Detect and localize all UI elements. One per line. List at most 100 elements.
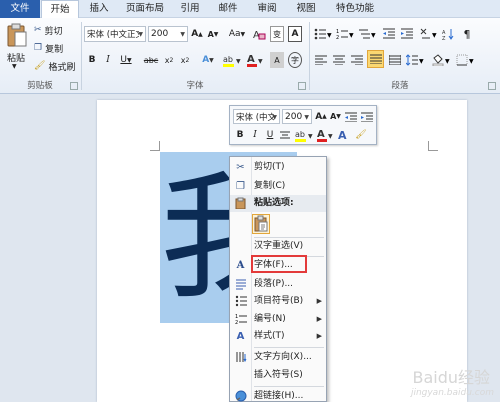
paragraph-launcher-icon[interactable] (488, 82, 496, 90)
enclose-circle-icon[interactable]: 字 (288, 52, 302, 68)
mini-underline-button[interactable]: U (264, 127, 276, 143)
keep-text-only-paste-button[interactable] (252, 214, 270, 234)
mini-font-size-select[interactable]: 200 ▼ (282, 109, 312, 124)
mini-grow-font-button[interactable]: A ▲ (314, 109, 328, 124)
menu-item-hyperlink[interactable]: 超链接(H)... (230, 388, 326, 402)
text-effects-icon[interactable]: A ▼ (200, 52, 216, 68)
menu-item-numbering[interactable]: 12 编号(N) ▶ (230, 311, 326, 328)
mini-center-button[interactable] (279, 127, 291, 143)
highlight-color-icon[interactable]: ab ▼ (222, 52, 242, 68)
menu-separator (254, 347, 324, 348)
distributed-icon (389, 55, 401, 65)
mini-increase-indent-button[interactable] (360, 109, 374, 124)
format-painter-button[interactable]: 🖌 格式刷 (34, 58, 80, 74)
tab-view[interactable]: 视图 (291, 0, 321, 18)
tab-home[interactable]: 开始 (41, 0, 79, 19)
subscript-button[interactable]: x2 (162, 52, 176, 68)
menu-item-cut[interactable]: ✂ 剪切(T) (230, 159, 326, 176)
multilevel-list-button[interactable]: ▼ (358, 26, 376, 42)
clipboard-launcher-icon[interactable] (70, 82, 78, 90)
mini-shrink-font-button[interactable]: A ▼ (329, 109, 342, 124)
chevron-down-icon: ▼ (304, 114, 309, 121)
annotation-highlight-box (251, 255, 307, 273)
font-family-value: 宋体 (中文正文 (87, 30, 139, 40)
menu-item-label: 剪切(T) (254, 162, 285, 172)
borders-button[interactable]: ▼ (456, 52, 474, 68)
char-shading-icon[interactable]: A (270, 52, 284, 68)
paste-dropdown-arrow[interactable]: ▼ (12, 63, 17, 70)
font-launcher-icon[interactable] (298, 82, 306, 90)
crop-mark (428, 141, 438, 151)
copy-icon: ❐ (34, 43, 43, 53)
numbering-icon: 12 (234, 313, 247, 326)
decrease-indent-icon (383, 28, 395, 39)
change-case-button[interactable]: Aa ▼ (228, 26, 246, 42)
shrink-font-button[interactable]: A ▼ (206, 26, 220, 42)
tab-page-layout[interactable]: 页面布局 (118, 0, 172, 18)
font-size-select[interactable]: 200 ▼ (148, 26, 188, 42)
sort-button[interactable]: AZ (442, 26, 456, 42)
font-family-select[interactable]: 宋体 (中文正文 ▼ (84, 26, 146, 42)
phonetic-guide-icon[interactable]: 变 (270, 26, 284, 42)
svg-text:2: 2 (336, 35, 339, 40)
distributed-button[interactable] (388, 52, 402, 68)
line-spacing-button[interactable]: ▼ (406, 52, 424, 68)
menu-item-reconvert[interactable]: 汉字重选(V) (230, 238, 326, 255)
italic-button[interactable]: I (102, 52, 114, 68)
align-center-button[interactable] (332, 52, 346, 68)
mini-format-painter-button[interactable]: 🖌 (354, 127, 368, 143)
mini-bold-button[interactable]: B (234, 127, 246, 143)
justify-button[interactable] (367, 50, 384, 68)
mini-font-color-button[interactable]: A ▼ (316, 127, 334, 143)
format-painter-icon: 🖌 (34, 61, 46, 71)
svg-text:▼: ▼ (236, 58, 241, 65)
highlight-color-icon: ab ▼ (295, 130, 313, 142)
menu-item-paragraph[interactable]: 段落(P)... (230, 276, 326, 293)
menu-item-bullets[interactable]: 项目符号(B) ▶ (230, 293, 326, 310)
copy-button[interactable]: ❐ 复制 (34, 40, 74, 56)
superscript-button[interactable]: x2 (178, 52, 192, 68)
line-spacing-icon: ▼ (406, 54, 424, 66)
clear-format-icon[interactable]: A (252, 26, 266, 42)
menu-header-paste-options: 粘贴选项: (230, 195, 326, 212)
menu-item-label: 段落(P)... (254, 279, 294, 289)
font-color-icon[interactable]: A ▼ (246, 52, 264, 68)
mini-styles-button[interactable]: A (337, 127, 351, 143)
menu-item-copy[interactable]: ❐ 复制(C) (230, 178, 326, 195)
align-left-button[interactable] (314, 52, 328, 68)
tab-special-features[interactable]: 特色功能 (330, 0, 380, 18)
tab-insert[interactable]: 插入 (82, 0, 116, 18)
tab-review[interactable]: 审阅 (252, 0, 282, 18)
menu-item-label: 汉字重选(V) (254, 241, 304, 251)
paste-button[interactable] (4, 22, 30, 50)
show-marks-button[interactable]: ¶ (460, 26, 474, 42)
menu-item-insert-symbol[interactable]: 插入符号(S) (230, 367, 326, 384)
underline-button[interactable]: U ▼ (118, 52, 134, 68)
menu-item-text-direction[interactable]: 文字方向(X)... (230, 349, 326, 366)
tab-references[interactable]: 引用 (175, 0, 205, 18)
decrease-indent-button[interactable] (382, 26, 396, 42)
increase-indent-button[interactable] (400, 26, 414, 42)
align-right-button[interactable] (350, 52, 364, 68)
grow-font-button[interactable]: A ▲ (190, 26, 204, 42)
mini-highlight-button[interactable]: ab ▼ (294, 127, 314, 143)
mini-italic-button[interactable]: I (249, 127, 261, 143)
enclose-char-icon[interactable]: A (288, 26, 302, 42)
cut-button[interactable]: ✂ 剪切 (34, 22, 74, 38)
paste-text-only-icon (254, 215, 268, 232)
mini-decrease-indent-button[interactable] (344, 109, 358, 124)
menu-item-styles[interactable]: A 样式(T) ▶ (230, 328, 326, 345)
numbering-button[interactable]: 1 2 ▼ (336, 26, 354, 42)
chinese-layout-button[interactable]: ▼ (420, 26, 438, 42)
tab-file[interactable]: 文件 (0, 0, 40, 18)
font-size-value: 200 (151, 29, 169, 39)
ribbon-tabs: 文件 开始 插入 页面布局 引用 邮件 审阅 视图 特色功能 (0, 0, 500, 19)
font-group-label: 字体 (186, 81, 204, 91)
bullets-button[interactable]: ▼ (314, 26, 332, 42)
chevron-down-icon: ▼ (272, 114, 277, 121)
strikethrough-button[interactable]: abc (144, 52, 158, 68)
tab-mailings[interactable]: 邮件 (213, 0, 243, 18)
bold-button[interactable]: B (86, 52, 98, 68)
mini-font-family-select[interactable]: 宋体 (中文 ▼ (233, 109, 280, 124)
shading-button[interactable]: ▼ (432, 52, 450, 68)
